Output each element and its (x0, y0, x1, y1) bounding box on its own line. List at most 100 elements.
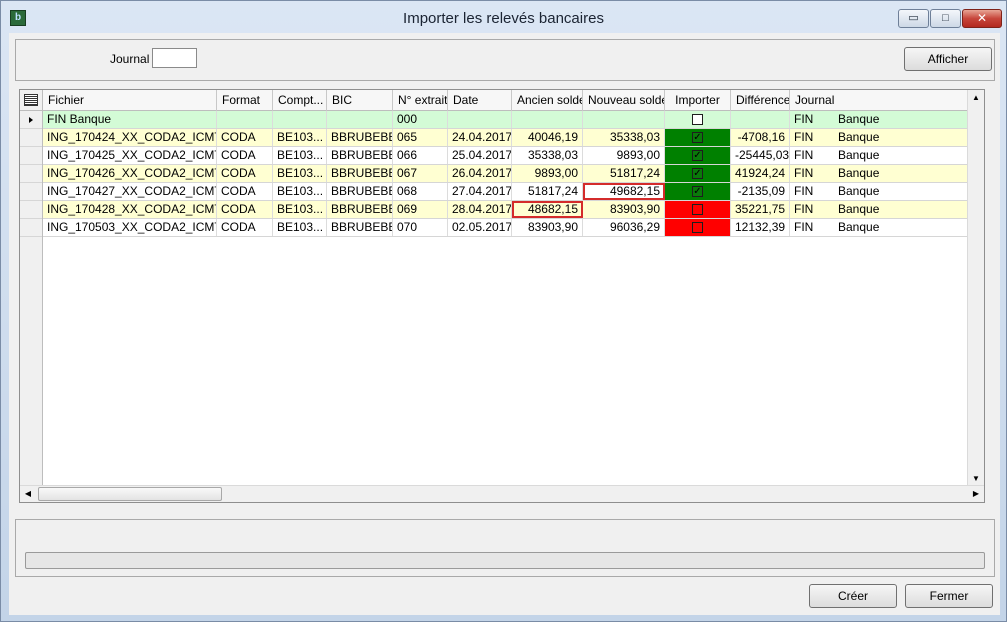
cell-journal[interactable]: FIN Banque (790, 183, 978, 200)
column-header-extrait[interactable]: N° extrait (393, 90, 448, 111)
scroll-up-icon[interactable]: ▲ (968, 90, 984, 106)
cell-date[interactable] (448, 111, 512, 128)
cell-ancien-solde[interactable]: 9893,00 (512, 165, 583, 182)
cell-format[interactable]: CODA (217, 183, 273, 200)
journal-input[interactable] (152, 48, 197, 68)
cell-compte[interactable]: BE103... (273, 183, 327, 200)
cell-journal[interactable]: FIN Banque (790, 165, 978, 182)
cell-extrait[interactable]: 070 (393, 219, 448, 236)
cell-fichier[interactable]: ING_170428_XX_CODA2_ICMT... (43, 201, 217, 218)
cell-importer[interactable]: ✓ (665, 129, 731, 146)
cell-nouveau-solde[interactable]: 83903,90 (583, 201, 665, 218)
cell-extrait[interactable]: 000 (393, 111, 448, 128)
cell-extrait[interactable]: 068 (393, 183, 448, 200)
cell-ancien-solde[interactable]: 51817,24 (512, 183, 583, 200)
cell-nouveau-solde[interactable]: 9893,00 (583, 147, 665, 164)
column-header-ancien-solde[interactable]: Ancien solde (512, 90, 583, 111)
cell-difference[interactable]: -25445,03 (731, 147, 790, 164)
cell-ancien-solde-highlighted[interactable]: 48682,15 (512, 201, 583, 218)
cell-format[interactable]: CODA (217, 219, 273, 236)
cell-journal[interactable]: FIN Banque (790, 201, 978, 218)
cell-extrait[interactable]: 065 (393, 129, 448, 146)
afficher-button[interactable]: Afficher (904, 47, 992, 71)
cell-bic[interactable]: BBRUBEBB (327, 183, 393, 200)
cell-nouveau-solde[interactable] (583, 111, 665, 128)
creer-button[interactable]: Créer (809, 584, 897, 608)
cell-bic[interactable]: BBRUBEBB (327, 165, 393, 182)
cell-importer[interactable] (665, 219, 731, 236)
cell-ancien-solde[interactable]: 40046,19 (512, 129, 583, 146)
table-row[interactable]: ING_170426_XX_CODA2_ICMT... CODA BE103..… (43, 165, 978, 183)
cell-date[interactable]: 26.04.2017 (448, 165, 512, 182)
column-header-date[interactable]: Date (448, 90, 512, 111)
cell-date[interactable]: 02.05.2017 (448, 219, 512, 236)
table-row[interactable]: FIN Banque 000 FIN Banque (43, 111, 978, 129)
cell-format[interactable]: CODA (217, 201, 273, 218)
cell-format[interactable]: CODA (217, 129, 273, 146)
cell-difference[interactable]: -4708,16 (731, 129, 790, 146)
cell-importer[interactable]: ✓ (665, 165, 731, 182)
cell-importer[interactable]: ✓ (665, 183, 731, 200)
scroll-left-icon[interactable]: ◀ (20, 486, 36, 502)
fermer-button[interactable]: Fermer (905, 584, 993, 608)
cell-format[interactable] (217, 111, 273, 128)
minimize-button[interactable]: ▭ (898, 9, 929, 28)
cell-difference[interactable]: 12132,39 (731, 219, 790, 236)
cell-ancien-solde[interactable]: 35338,03 (512, 147, 583, 164)
horizontal-scrollbar[interactable]: ◀ ▶ (20, 485, 984, 502)
import-checkbox[interactable] (692, 222, 703, 233)
horizontal-scroll-thumb[interactable] (38, 487, 222, 501)
column-header-compte[interactable]: Compt... (273, 90, 327, 111)
column-header-difference[interactable]: Différence (731, 90, 790, 111)
cell-nouveau-solde[interactable]: 51817,24 (583, 165, 665, 182)
column-header-journal[interactable]: Journal (790, 90, 978, 111)
cell-compte[interactable]: BE103... (273, 201, 327, 218)
import-checkbox[interactable] (692, 114, 703, 125)
cell-bic[interactable] (327, 111, 393, 128)
cell-difference[interactable]: 35221,75 (731, 201, 790, 218)
import-checkbox[interactable]: ✓ (692, 150, 703, 161)
cell-extrait[interactable]: 066 (393, 147, 448, 164)
scroll-right-icon[interactable]: ▶ (968, 486, 984, 502)
cell-fichier[interactable]: ING_170427_XX_CODA2_ICMT... (43, 183, 217, 200)
import-checkbox[interactable] (692, 204, 703, 215)
cell-compte[interactable]: BE103... (273, 165, 327, 182)
cell-journal[interactable]: FIN Banque (790, 219, 978, 236)
cell-nouveau-solde[interactable]: 35338,03 (583, 129, 665, 146)
table-row[interactable]: ING_170424_XX_CODA2_ICMT... CODA BE103..… (43, 129, 978, 147)
cell-date[interactable]: 27.04.2017 (448, 183, 512, 200)
table-row[interactable]: ING_170503_XX_CODA2_ICMT... CODA BE103..… (43, 219, 978, 237)
cell-compte[interactable]: BE103... (273, 219, 327, 236)
table-row[interactable]: ING_170427_XX_CODA2_ICMT... CODA BE103..… (43, 183, 978, 201)
cell-bic[interactable]: BBRUBEBB (327, 201, 393, 218)
cell-date[interactable]: 24.04.2017 (448, 129, 512, 146)
cell-fichier[interactable]: ING_170425_XX_CODA2_ICMT... (43, 147, 217, 164)
row-header[interactable] (20, 165, 42, 183)
cell-importer[interactable]: ✓ (665, 147, 731, 164)
cell-difference[interactable] (731, 111, 790, 128)
cell-date[interactable]: 28.04.2017 (448, 201, 512, 218)
cell-nouveau-solde-highlighted[interactable]: 49682,15 (583, 183, 665, 200)
row-header[interactable] (20, 129, 42, 147)
cell-difference[interactable]: 41924,24 (731, 165, 790, 182)
cell-date[interactable]: 25.04.2017 (448, 147, 512, 164)
cell-importer[interactable] (665, 111, 731, 128)
import-checkbox[interactable]: ✓ (692, 168, 703, 179)
row-header[interactable] (20, 147, 42, 165)
cell-extrait[interactable]: 069 (393, 201, 448, 218)
cell-bic[interactable]: BBRUBEBB (327, 147, 393, 164)
row-header[interactable] (20, 183, 42, 201)
cell-bic[interactable]: BBRUBEBB (327, 129, 393, 146)
cell-compte[interactable] (273, 111, 327, 128)
cell-fichier[interactable]: ING_170424_XX_CODA2_ICMT... (43, 129, 217, 146)
cell-fichier[interactable]: FIN Banque (43, 111, 217, 128)
cell-difference[interactable]: -2135,09 (731, 183, 790, 200)
cell-journal[interactable]: FIN Banque (790, 129, 978, 146)
cell-journal[interactable]: FIN Banque (790, 147, 978, 164)
cell-compte[interactable]: BE103... (273, 147, 327, 164)
import-checkbox[interactable]: ✓ (692, 132, 703, 143)
column-header-fichier[interactable]: Fichier (43, 90, 217, 111)
cell-journal[interactable]: FIN Banque (790, 111, 978, 128)
cell-importer[interactable] (665, 201, 731, 218)
cell-bic[interactable]: BBRUBEBB (327, 219, 393, 236)
